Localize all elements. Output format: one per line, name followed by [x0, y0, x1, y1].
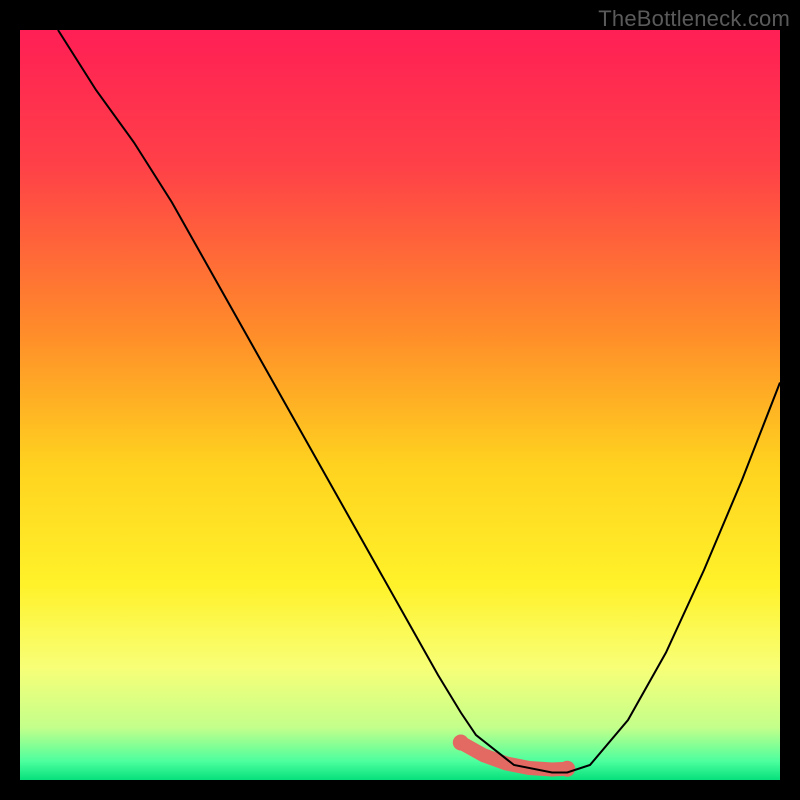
plot-area: [20, 30, 780, 780]
chart-svg: [20, 30, 780, 780]
watermark-text: TheBottleneck.com: [598, 6, 790, 32]
chart-stage: TheBottleneck.com: [0, 0, 800, 800]
